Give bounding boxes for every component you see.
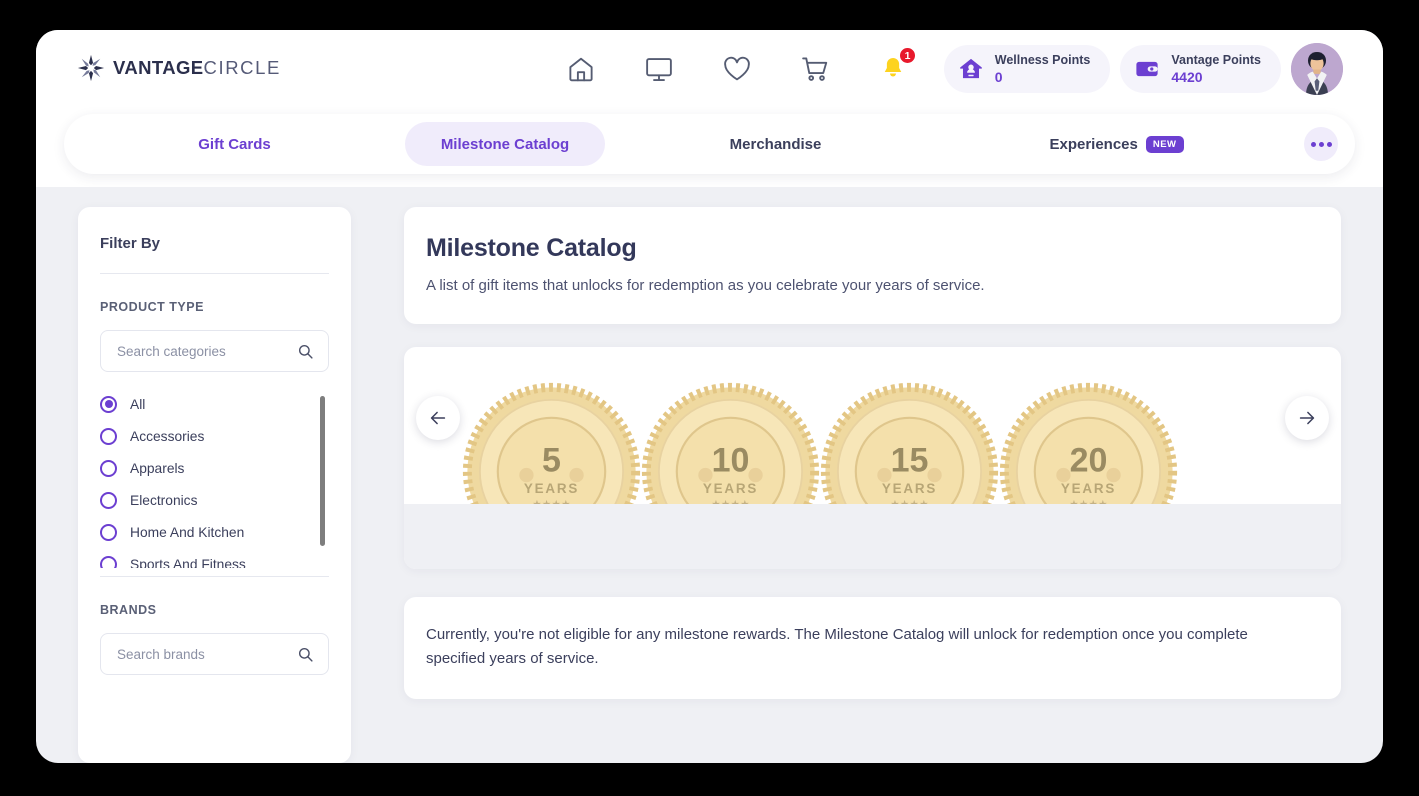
tab-gift-cards-label: Gift Cards [198,135,271,153]
wellness-points-value: 0 [994,69,1003,85]
divider [100,273,329,274]
wellness-home-icon [958,56,984,82]
radio-icon[interactable] [100,395,117,413]
vantage-points-pill[interactable]: Vantage Points 4420 [1120,45,1281,93]
dot-icon [1326,141,1332,147]
milestone-carousel: 5 YEARS ★★★★ 5 Years [404,347,1341,569]
tab-merchandise-label: Merchandise [729,135,822,153]
search-brands-box[interactable] [100,633,329,675]
option-label: All [130,396,146,412]
svg-text:YEARS: YEARS [882,481,937,496]
filter-sidebar: Filter By PRODUCT TYPE All Accessories [78,207,351,763]
header-nav-icons: 1 [566,30,916,108]
app-window: VANTAGECIRCLE 1 Wellness Points 0 Vantag… [36,30,1383,763]
header-points-group: Wellness Points 0 Vantage Points 4420 [943,30,1343,108]
tab-experiences-new-badge: NEW [1145,135,1184,153]
vantage-points-label: Vantage Points [1171,52,1261,67]
option-label: Accessories [130,428,205,444]
radio-icon[interactable] [100,427,117,445]
tab-milestone-catalog-label: Milestone Catalog [440,135,570,153]
arrow-right-icon [1296,407,1318,429]
product-type-option-electronics[interactable]: Electronics [100,484,313,516]
wellness-points-pill[interactable]: Wellness Points 0 [943,45,1111,93]
radio-icon[interactable] [100,523,117,541]
vantage-points-value: 4420 [1171,69,1203,85]
product-type-heading: PRODUCT TYPE [100,300,204,314]
home-icon[interactable] [566,54,596,84]
product-type-option-home-and-kitchen[interactable]: Home And Kitchen [100,516,313,548]
top-header: VANTAGECIRCLE 1 Wellness Points 0 Vantag… [36,30,1383,108]
carousel-empty-shelf [404,504,1341,569]
wellness-points-label: Wellness Points [994,52,1091,67]
search-icon[interactable] [297,343,314,360]
user-avatar[interactable] [1291,43,1343,95]
radio-icon[interactable] [100,491,117,509]
search-categories-input[interactable] [117,343,297,359]
product-type-option-apparels[interactable]: Apparels [100,452,313,484]
options-scrollbar-track[interactable] [320,392,327,564]
product-type-option-accessories[interactable]: Accessories [100,420,313,452]
search-brands-input[interactable] [117,646,297,662]
medal-years-number: 5 [542,442,561,480]
product-type-option-all[interactable]: All [100,388,313,420]
brand-name-light: CIRCLE [203,56,281,78]
cart-icon[interactable] [800,54,830,84]
medal-years-number: 15 [891,442,929,480]
search-categories-box[interactable] [100,330,329,372]
option-label: Home And Kitchen [130,524,245,540]
carousel-viewport: 5 YEARS ★★★★ 5 Years [404,347,1341,561]
search-icon[interactable] [297,646,314,663]
brands-heading: BRANDS [100,603,157,617]
svg-text:YEARS: YEARS [524,481,579,496]
radio-icon[interactable] [100,555,117,568]
option-label: Apparels [130,460,185,476]
medal-years-number: 20 [1070,442,1108,480]
brand-logo[interactable]: VANTAGECIRCLE [76,53,281,83]
vantage-star-logo-icon [76,53,106,83]
main-content: Milestone Catalog A list of gift items t… [404,207,1341,699]
product-type-option-sports-and-fitness[interactable]: Sports And Fitness [100,548,313,568]
dot-icon [1318,141,1324,147]
tabbar-region: Gift Cards Milestone Catalog Merchandise… [36,108,1383,187]
more-options-button[interactable] [1304,127,1338,161]
medal-years-number: 10 [712,442,750,480]
radio-icon[interactable] [100,459,117,477]
notification-count-badge: 1 [899,47,916,64]
svg-text:YEARS: YEARS [1061,481,1116,496]
tab-milestone-catalog[interactable]: Milestone Catalog [405,122,605,166]
tabs-overflow [1287,127,1355,161]
tab-gift-cards[interactable]: Gift Cards [64,122,405,166]
product-type-options[interactable]: All Accessories Apparels Electronics Hom… [100,388,329,568]
eligibility-notice-text: Currently, you're not eligible for any m… [426,626,1248,668]
carousel-prev-button[interactable] [416,396,460,440]
heart-icon[interactable] [722,54,752,84]
filter-by-heading: Filter By [100,235,161,252]
carousel-next-button[interactable] [1285,396,1329,440]
tab-merchandise[interactable]: Merchandise [605,122,946,166]
option-label: Electronics [130,492,198,508]
page-title: Milestone Catalog [426,234,637,262]
divider [100,576,329,577]
page-subtitle: A list of gift items that unlocks for re… [426,277,985,294]
brand-name-bold: VANTAGE [113,56,204,78]
notifications-button[interactable]: 1 [878,47,916,84]
option-label: Sports And Fitness [130,556,246,569]
page-hero-card: Milestone Catalog A list of gift items t… [404,207,1341,324]
brand-name: VANTAGECIRCLE [113,56,281,78]
wallet-icon [1134,56,1160,82]
tab-experiences[interactable]: Experiences NEW [946,122,1287,166]
category-tabbar: Gift Cards Milestone Catalog Merchandise… [64,114,1355,174]
dot-icon [1310,141,1316,147]
eligibility-notice-card: Currently, you're not eligible for any m… [404,597,1341,699]
desktop-icon[interactable] [644,54,674,84]
tab-experiences-label: Experiences [1049,135,1138,153]
options-scrollbar-thumb[interactable] [320,396,325,546]
svg-text:YEARS: YEARS [703,481,758,496]
arrow-left-icon [427,407,449,429]
